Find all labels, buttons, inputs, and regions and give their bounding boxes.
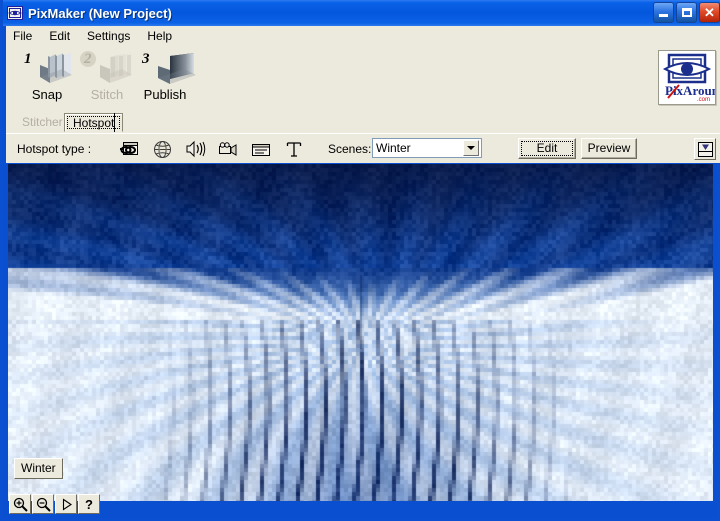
help-button[interactable]: ?	[78, 494, 100, 514]
menu-item-file[interactable]: File	[13, 29, 32, 43]
snap-label: Snap	[31, 87, 63, 102]
text-t-icon[interactable]	[283, 138, 305, 160]
title-bar: PixMaker (New Project) ✕	[3, 0, 720, 26]
globe-icon[interactable]	[151, 138, 173, 160]
play-button[interactable]	[55, 494, 77, 514]
menu-bar: File Edit Settings Help	[6, 26, 720, 45]
menu-item-help[interactable]: Help	[147, 29, 172, 43]
preview-button-label: Preview	[587, 141, 631, 155]
snap-sheets-icon	[40, 53, 72, 83]
video-camera-icon[interactable]	[217, 138, 239, 160]
hotspot-type-label: Hotspot type :	[17, 142, 92, 156]
stitch-step-number: 2	[84, 51, 92, 67]
pixaround-logo-graphic: PixAround .com	[662, 53, 720, 103]
zoom-in-button[interactable]	[9, 494, 31, 514]
edit-focus-ring	[521, 141, 573, 156]
tab-stitcher-label: Stitcher	[22, 115, 63, 129]
preview-button[interactable]: Preview	[581, 138, 637, 159]
panorama-image[interactable]	[8, 164, 713, 501]
tab-hotspot-label: Hotspot	[73, 116, 115, 130]
panorama-canvas[interactable]	[8, 164, 713, 501]
main-toolbar: 1 Snap 2 Stitch 3 Publish PixArou .com	[6, 45, 720, 110]
panorama-viewer[interactable]: Winter	[8, 164, 713, 501]
chevron-down-icon[interactable]	[463, 140, 479, 156]
scenes-label: Scenes:	[328, 142, 372, 156]
question-icon: ?	[85, 496, 93, 512]
scenes-dropdown[interactable]: Winter	[372, 138, 482, 158]
save-export-icon	[697, 141, 713, 157]
sound-icon[interactable]	[184, 138, 206, 160]
maximize-icon	[681, 8, 692, 17]
play-icon	[62, 497, 72, 511]
publish-step-number: 3	[142, 51, 150, 67]
stitch-label: Stitch	[90, 87, 124, 102]
window-title: PixMaker (New Project)	[28, 5, 172, 21]
pixmaker-app-icon	[7, 6, 23, 20]
viewer-nav-bar: ?	[9, 494, 101, 514]
scenes-dropdown-value: Winter	[376, 141, 411, 155]
hotspot-type-buttons	[118, 138, 305, 160]
save-export-button[interactable]	[694, 138, 716, 160]
scene-tag: Winter	[14, 458, 63, 479]
tab-caret	[114, 113, 115, 132]
zoom-out-icon	[36, 497, 51, 512]
tab-strip: Stitcher Hotspot	[6, 110, 720, 133]
link-window-icon[interactable]	[118, 138, 140, 160]
textbox-icon[interactable]	[250, 138, 272, 160]
zoom-out-button[interactable]	[32, 494, 54, 514]
minimize-button[interactable]	[653, 2, 674, 23]
snap-step-number: 1	[24, 51, 32, 67]
application-window: PixMaker (New Project) ✕ File Edit Setti…	[0, 0, 720, 521]
close-icon: ✕	[704, 5, 715, 20]
svg-text:PixAround: PixAround	[665, 83, 715, 98]
close-button[interactable]: ✕	[699, 2, 720, 23]
maximize-button[interactable]	[676, 2, 697, 23]
zoom-in-icon	[13, 497, 28, 512]
stitch-sheets-icon	[100, 53, 132, 83]
menu-item-settings[interactable]: Settings	[87, 29, 130, 43]
window-controls: ✕	[653, 2, 720, 23]
publish-label: Publish	[143, 87, 187, 102]
pixaround-logo[interactable]: PixAround .com	[658, 50, 720, 105]
publish-sheets-icon	[158, 53, 196, 84]
edit-button[interactable]: Edit	[518, 138, 576, 159]
minimize-icon	[659, 14, 668, 17]
svg-text:.com: .com	[697, 97, 710, 103]
menu-item-edit[interactable]: Edit	[49, 29, 70, 43]
tab-stitcher[interactable]: Stitcher	[14, 113, 71, 132]
hotspot-toolbar: Hotspot type : Scenes: Winter Edit Previ…	[6, 133, 720, 163]
